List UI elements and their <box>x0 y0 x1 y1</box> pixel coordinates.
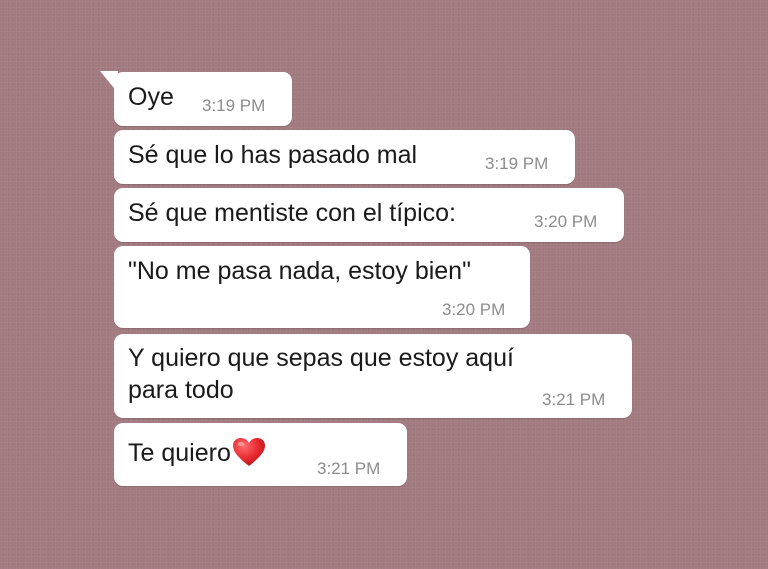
message-timestamp: 3:21 PM <box>542 390 606 409</box>
message-timestamp: 3:21 PM <box>317 459 381 478</box>
message-text: Te quiero <box>128 437 266 475</box>
message-text: "No me pasa nada, estoy bien" <box>128 257 471 285</box>
message-text-line: para todo <box>128 376 234 404</box>
message-bubble[interactable]: Te quiero 3:21 PM <box>114 423 407 486</box>
chat-conversation: Oye 3:19 PM Sé que lo has pasado mal 3:1… <box>0 0 768 569</box>
message-text: Oye <box>128 83 174 111</box>
message-timestamp: 3:19 PM <box>485 154 549 173</box>
message-bubble[interactable]: Sé que lo has pasado mal 3:19 PM <box>114 130 575 184</box>
message-text-content: Te quiero <box>128 439 231 467</box>
message-text: Sé que lo has pasado mal <box>128 141 418 169</box>
red-heart-icon <box>232 437 266 475</box>
message-text: Sé que mentiste con el típico: <box>128 199 456 227</box>
message-bubble[interactable]: "No me pasa nada, estoy bien" 3:20 PM <box>114 246 530 328</box>
message-timestamp: 3:20 PM <box>534 212 598 231</box>
message-text-line: Y quiero que sepas que estoy aquí <box>128 344 514 372</box>
message-text: Y quiero que sepas que estoy aquí para t… <box>128 342 514 406</box>
message-timestamp: 3:19 PM <box>202 96 266 115</box>
message-bubble[interactable]: Y quiero que sepas que estoy aquí para t… <box>114 334 632 418</box>
message-timestamp: 3:20 PM <box>442 300 506 319</box>
message-bubble[interactable]: Sé que mentiste con el típico: 3:20 PM <box>114 188 624 242</box>
message-bubble[interactable]: Oye 3:19 PM <box>114 72 292 126</box>
